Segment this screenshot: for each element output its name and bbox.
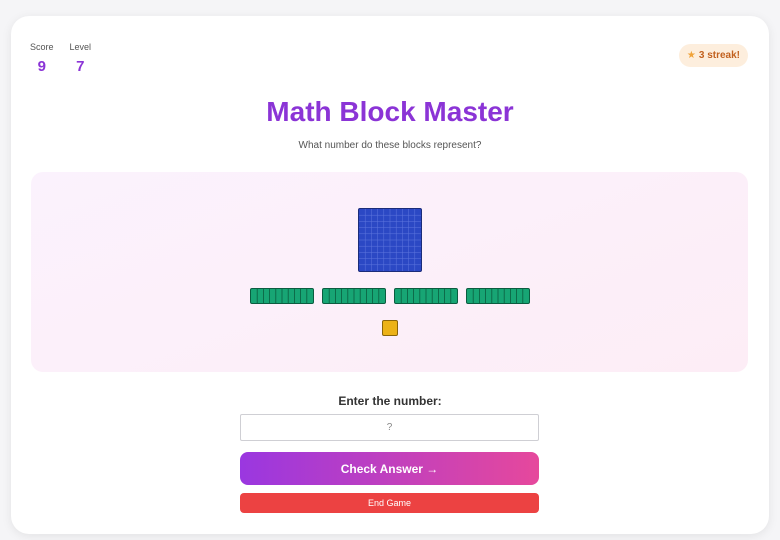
level-stat: Level 7 bbox=[70, 42, 92, 75]
ten-block bbox=[322, 288, 386, 304]
one-block bbox=[382, 320, 398, 336]
level-label: Level bbox=[69, 42, 92, 52]
ten-rod-icon bbox=[328, 289, 380, 303]
hundred-block bbox=[358, 208, 422, 272]
ten-block bbox=[250, 288, 314, 304]
check-answer-button[interactable]: Check Answer → bbox=[240, 452, 539, 485]
stats-panel: Score 9 Level 7 bbox=[30, 42, 91, 75]
ten-block bbox=[466, 288, 530, 304]
streak-badge: ★ 3 streak! bbox=[678, 44, 748, 67]
question-prompt: What number do these blocks represent? bbox=[298, 140, 482, 151]
score-value: 9 bbox=[37, 58, 46, 75]
game-title: Math Block Master bbox=[266, 96, 514, 127]
score-stat: Score 9 bbox=[30, 42, 54, 75]
level-value: 7 bbox=[76, 58, 85, 75]
ten-block bbox=[394, 288, 458, 304]
ten-rod-icon bbox=[256, 289, 308, 303]
answer-input[interactable] bbox=[240, 414, 539, 441]
answer-label: Enter the number: bbox=[338, 394, 442, 408]
ten-rod-icon bbox=[472, 289, 524, 303]
score-label: Score bbox=[30, 42, 54, 52]
streak-label: 3 streak! bbox=[698, 50, 740, 61]
hundred-grid-icon bbox=[359, 209, 421, 271]
end-game-button[interactable]: End Game bbox=[240, 493, 539, 513]
blocks-display bbox=[31, 172, 748, 372]
star-icon: ★ bbox=[686, 50, 696, 61]
game-card: Score 9 Level 7 ★ 3 streak! Math Block M… bbox=[11, 16, 769, 534]
ten-rod-icon bbox=[400, 289, 452, 303]
